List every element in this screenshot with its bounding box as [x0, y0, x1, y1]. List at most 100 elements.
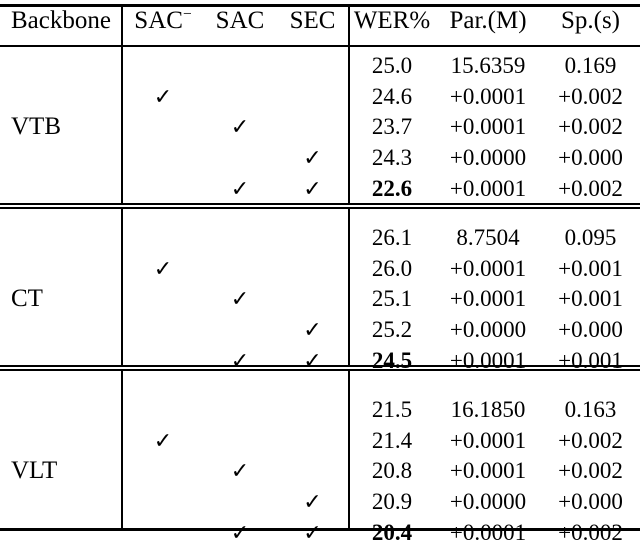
cell-sac	[204, 50, 276, 81]
cell-wer: 24.3	[371, 145, 413, 171]
cell-sp: +0.000	[558, 317, 623, 343]
cell-sac	[204, 253, 276, 284]
check-icon: ✓	[153, 255, 173, 281]
block-spacer-cell	[0, 385, 640, 394]
results-table: Backbone SAC− SAC SEC WER% Par.(M) Sp.(s…	[0, 0, 640, 557]
cell-sp: +0.001	[558, 348, 623, 374]
cell-sec	[276, 81, 349, 112]
cell-sac-minus: ✓	[122, 81, 204, 112]
cell-sac	[204, 425, 276, 456]
cell-par: +0.0001	[449, 114, 527, 140]
cell-sac	[204, 81, 276, 112]
cell-par: +0.0001	[449, 348, 527, 374]
cell-par: +0.0001	[449, 176, 527, 202]
superscript-minus: −	[182, 5, 192, 23]
block-spacer-cell	[0, 213, 640, 222]
cell-sac	[204, 314, 276, 345]
cell-sec	[276, 425, 349, 456]
cell-sac	[204, 394, 276, 425]
rule-block-separator-1	[0, 203, 640, 205]
cell-sec: ✓	[276, 345, 349, 376]
cell-sac-minus	[122, 314, 204, 345]
rule-block-separator-1b	[0, 207, 640, 209]
check-icon: ✓	[303, 489, 322, 515]
cell-sp: 0.095	[564, 224, 617, 250]
cell-sec: ✓	[276, 517, 349, 548]
cell-par: 8.7504	[456, 224, 520, 250]
cell-wer: 21.4	[371, 427, 413, 453]
cell-par: 15.6359	[450, 52, 526, 78]
cell-sp: +0.002	[558, 114, 623, 140]
cell-sac: ✓	[204, 173, 276, 204]
cell-wer: 23.7	[371, 114, 413, 140]
cell-sac: ✓	[204, 456, 276, 487]
block-spacer	[0, 376, 640, 385]
cell-par: +0.0001	[449, 520, 527, 546]
cell-sec	[276, 284, 349, 315]
backbone-label: VLT	[11, 457, 58, 485]
cell-sac-minus	[122, 517, 204, 548]
cell-sec: ✓	[276, 142, 349, 173]
cell-sp: +0.002	[558, 520, 623, 546]
cell-par: +0.0001	[449, 255, 527, 281]
cell-sac-minus	[122, 173, 204, 204]
cell-sp: +0.002	[558, 83, 623, 109]
cell-par: +0.0000	[449, 489, 527, 515]
cell-par: +0.0000	[449, 145, 527, 171]
cell-wer: 22.6	[371, 176, 413, 202]
cell-sac-minus: ✓	[122, 253, 204, 284]
cell-par: +0.0001	[449, 286, 527, 312]
check-icon: ✓	[303, 317, 322, 343]
cell-sp: 0.169	[564, 52, 617, 78]
cell-par: +0.0001	[449, 427, 527, 453]
rule-top	[0, 4, 640, 7]
cell-par: +0.0001	[449, 458, 527, 484]
cell-sp: +0.002	[558, 458, 623, 484]
cell-sac-minus	[122, 345, 204, 376]
cell-sac-minus	[122, 112, 204, 143]
cell-sec	[276, 394, 349, 425]
cell-sac-minus	[122, 394, 204, 425]
cell-sp: +0.000	[558, 145, 623, 171]
cell-sp: +0.000	[558, 489, 623, 515]
block-spacer-cell	[0, 548, 640, 557]
cell-sac-minus	[122, 142, 204, 173]
cell-par: 16.1850	[450, 396, 526, 422]
cell-wer: 24.6	[371, 83, 413, 109]
table-row: VTB 25.0 15.6359 0.169	[0, 50, 640, 140]
cell-sac-minus	[122, 222, 204, 253]
cell-sp: +0.001	[558, 255, 623, 281]
cell-sec	[276, 253, 349, 284]
block-spacer	[0, 385, 640, 394]
cell-sac: ✓	[204, 112, 276, 143]
cell-wer: 20.4	[371, 520, 413, 546]
cell-sec: ✓	[276, 486, 349, 517]
cell-sec	[276, 112, 349, 143]
cell-wer: 26.1	[371, 224, 413, 250]
table-row: CT 26.1 8.7504 0.095	[0, 222, 640, 312]
cell-sp: 0.163	[564, 396, 617, 422]
cell-sac-minus	[122, 456, 204, 487]
cell-sp: +0.001	[558, 286, 623, 312]
check-icon: ✓	[230, 286, 250, 312]
cell-wer: 24.5	[371, 348, 413, 374]
column-header-sac-minus-text: SAC	[134, 7, 183, 34]
cell-sec: ✓	[276, 173, 349, 204]
rule-block-separator-2	[0, 365, 640, 367]
cell-sp: +0.002	[558, 176, 623, 202]
check-icon: ✓	[230, 458, 250, 484]
cell-wer: 25.2	[371, 317, 413, 343]
cell-wer: 21.5	[371, 396, 413, 422]
cell-sp: +0.002	[558, 427, 623, 453]
results-table-container: Backbone SAC− SAC SEC WER% Par.(M) Sp.(s…	[0, 0, 640, 544]
cell-sac: ✓	[204, 517, 276, 548]
cell-wer: 25.0	[371, 52, 413, 78]
cell-sec	[276, 50, 349, 81]
cell-sec	[276, 222, 349, 253]
block-spacer-cell	[0, 376, 640, 385]
backbone-label: CT	[11, 285, 43, 313]
cell-par: +0.0000	[449, 317, 527, 343]
rule-block-separator-2b	[0, 369, 640, 371]
rule-header-bottom	[0, 45, 640, 47]
cell-wer: 26.0	[371, 255, 413, 281]
